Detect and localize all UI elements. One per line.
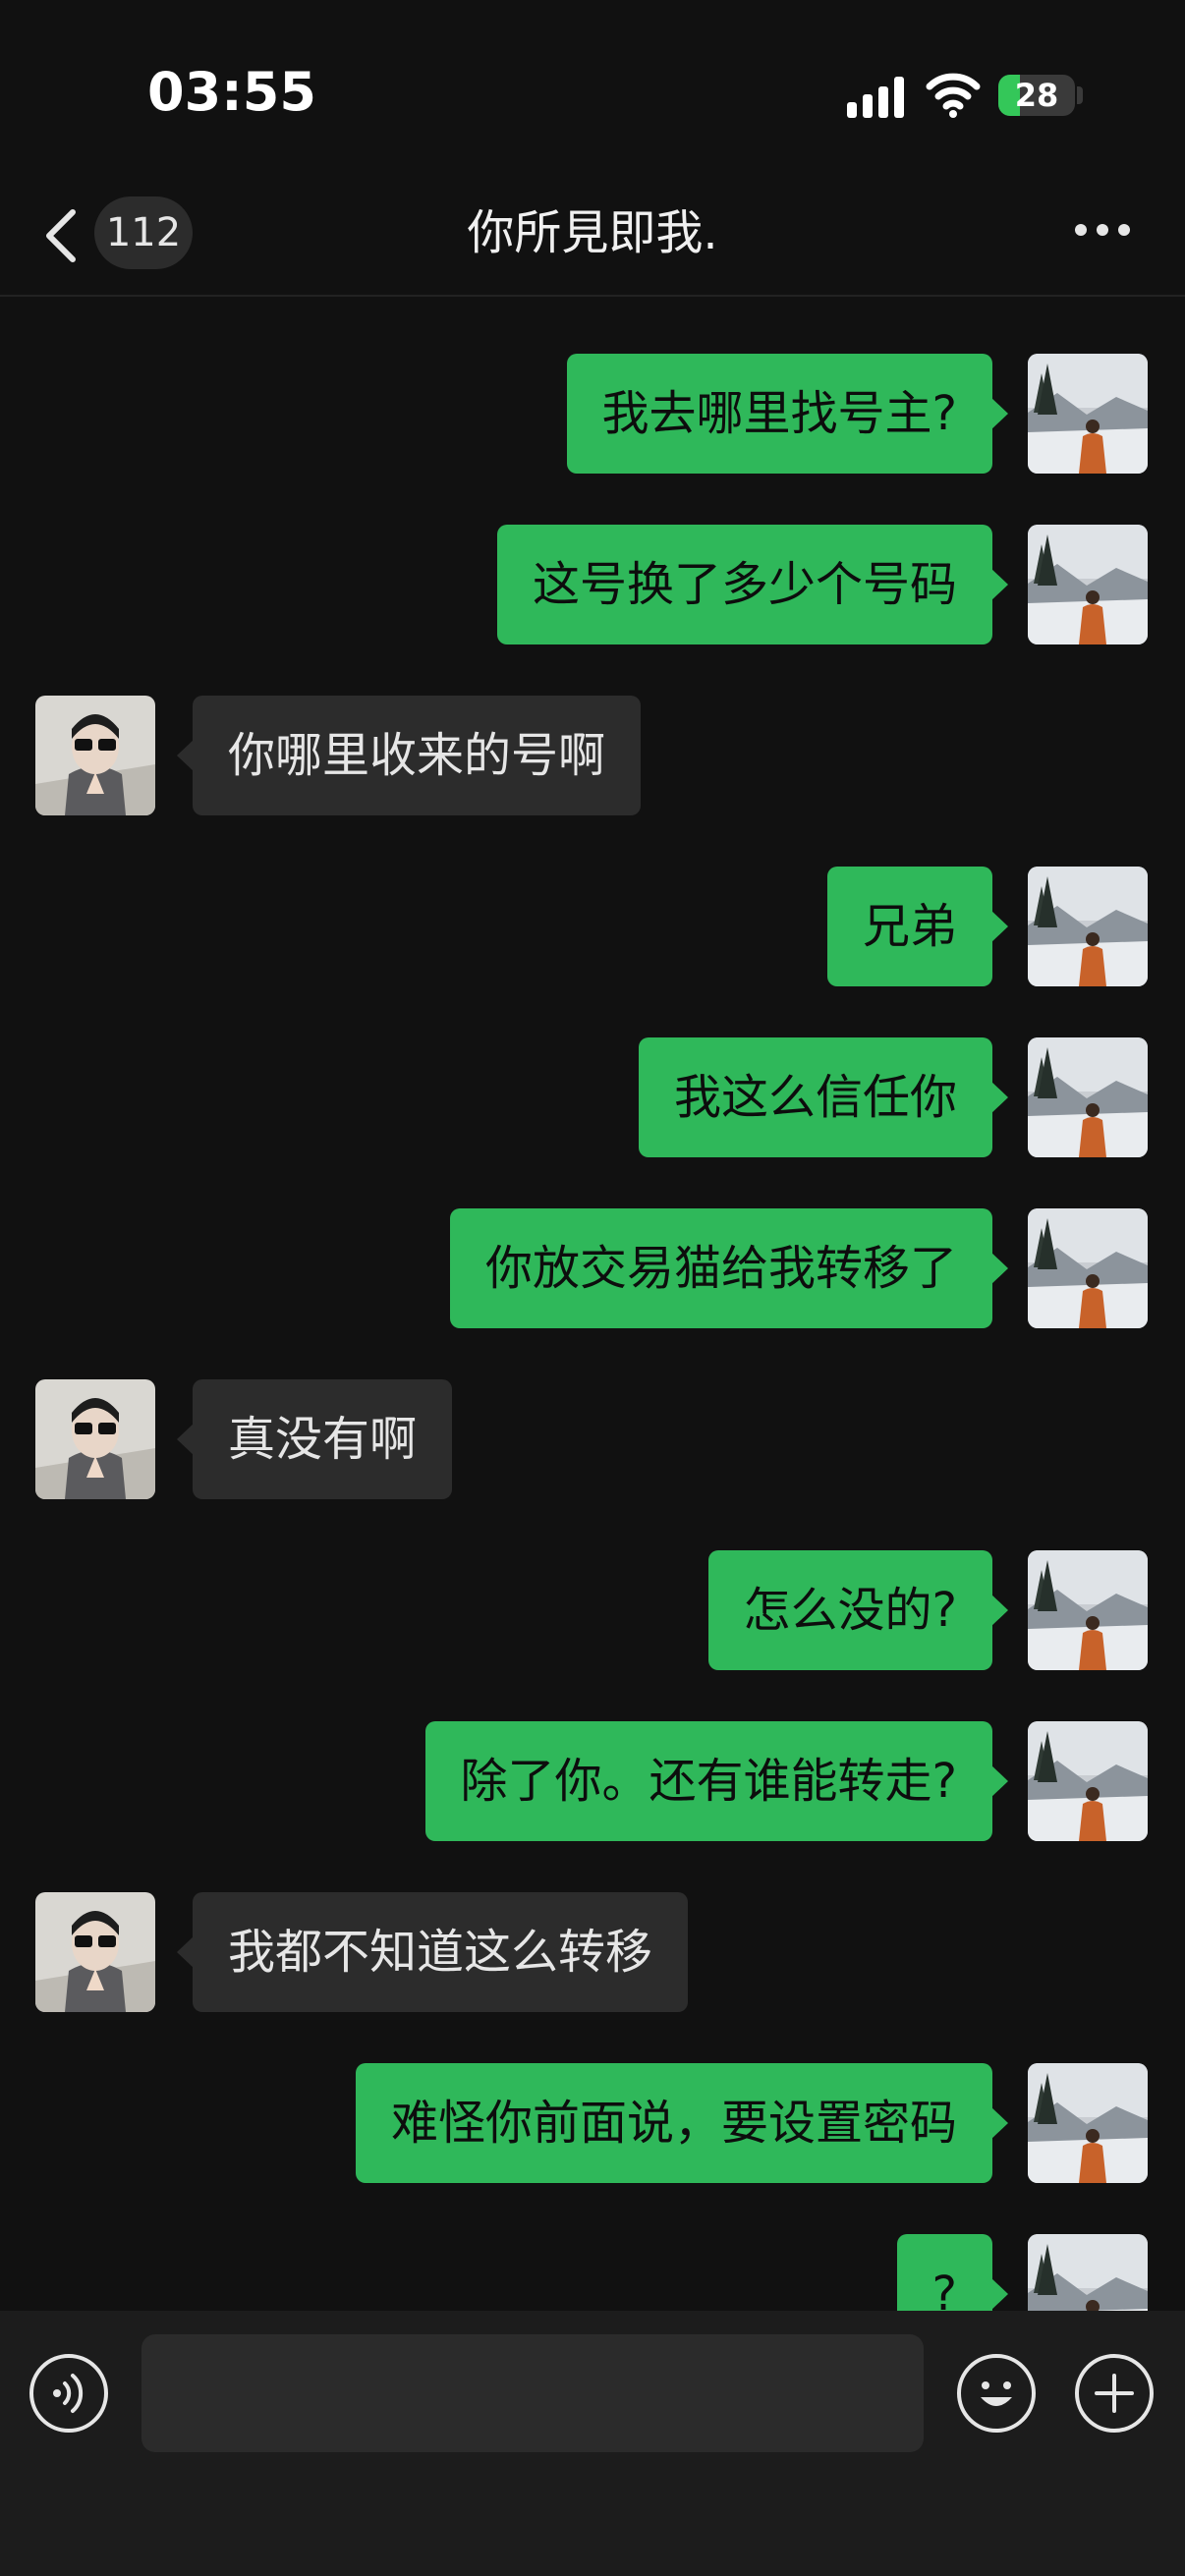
my-avatar[interactable] (1028, 1721, 1148, 1841)
sent-message: 我这么信任你 (0, 1037, 1185, 1159)
received-message: 真没有啊 (0, 1379, 1185, 1501)
message-list[interactable]: 我去哪里找号主? 这号换了多少个号码你哪里收来的号啊兄弟我这么信任你你放交易猫给我… (0, 297, 1185, 2311)
chat-title: 你所見即我. (467, 205, 718, 260)
received-message: 我都不知道这么转移 (0, 1892, 1185, 2014)
battery-tip (1077, 86, 1083, 104)
input-bar (0, 2311, 1185, 2576)
voice-icon[interactable] (29, 2354, 108, 2433)
sent-message: 除了你。还有谁能转走? (0, 1721, 1185, 1843)
chat-header: 112 你所見即我. (0, 167, 1185, 297)
my-avatar[interactable] (1028, 2063, 1148, 2183)
message-bubble[interactable]: 怎么没的? (707, 1550, 1009, 1670)
sent-message: 怎么没的? (0, 1550, 1185, 1672)
contact-avatar[interactable] (35, 1892, 155, 2012)
message-bubble[interactable]: 我都不知道这么转移 (176, 1892, 689, 2012)
message-bubble[interactable]: 兄弟 (826, 867, 1009, 986)
my-avatar[interactable] (1028, 867, 1148, 986)
battery-percent: 28 (1014, 77, 1059, 114)
cellular-signal-icon (847, 77, 908, 118)
message-bubble[interactable]: 这号换了多少个号码 (496, 525, 1009, 644)
message-bubble[interactable]: 你哪里收来的号啊 (176, 696, 642, 815)
message-bubble[interactable]: 真没有啊 (176, 1379, 453, 1499)
wifi-icon (926, 73, 981, 118)
contact-avatar[interactable] (35, 696, 155, 815)
message-bubble[interactable]: 我去哪里找号主? (566, 354, 1009, 474)
more-dots-icon[interactable] (1075, 224, 1130, 238)
my-avatar[interactable] (1028, 525, 1148, 644)
message-bubble[interactable]: 难怪你前面说，要设置密码 (355, 2063, 1009, 2183)
message-bubble[interactable]: ? (896, 2234, 1009, 2311)
sent-message: 这号换了多少个号码 (0, 525, 1185, 646)
status-bar: 03:55 28 (0, 0, 1185, 167)
message-bubble[interactable]: 除了你。还有谁能转走? (424, 1721, 1009, 1841)
contact-avatar[interactable] (35, 1379, 155, 1499)
sent-message: 难怪你前面说，要设置密码 (0, 2063, 1185, 2185)
message-bubble[interactable]: 你放交易猫给我转移了 (449, 1208, 1009, 1328)
plus-icon[interactable] (1075, 2354, 1154, 2433)
sent-message: ? (0, 2234, 1185, 2311)
sent-message: 我去哪里找号主? (0, 354, 1185, 476)
my-avatar[interactable] (1028, 354, 1148, 474)
my-avatar[interactable] (1028, 1037, 1148, 1157)
battery-charging-icon: 28 (998, 75, 1075, 116)
message-input[interactable] (141, 2334, 924, 2452)
my-avatar[interactable] (1028, 1550, 1148, 1670)
sent-message: 你放交易猫给我转移了 (0, 1208, 1185, 1330)
received-message: 你哪里收来的号啊 (0, 696, 1185, 817)
status-time: 03:55 (147, 61, 316, 123)
my-avatar[interactable] (1028, 1208, 1148, 1328)
sent-message: 兄弟 (0, 867, 1185, 988)
message-bubble[interactable]: 我这么信任你 (638, 1037, 1009, 1157)
emoji-icon[interactable] (957, 2354, 1036, 2433)
my-avatar[interactable] (1028, 2234, 1148, 2311)
